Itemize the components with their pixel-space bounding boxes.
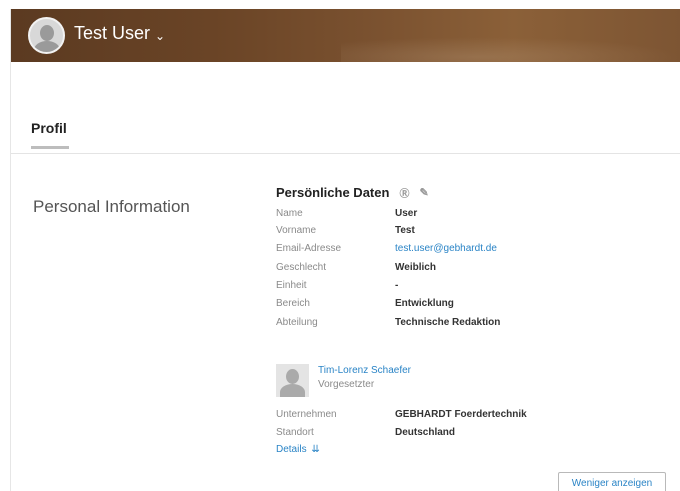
field-label: Vorname <box>276 225 317 236</box>
manager-name-link[interactable]: Tim-Lorenz Schaefer <box>318 365 411 376</box>
field-label: Email-Adresse <box>276 243 342 254</box>
field-row-geschlecht: Geschlecht Weiblich <box>276 262 656 276</box>
field-label: Abteilung <box>276 317 318 328</box>
personal-data-title: Persönliche Daten <box>276 185 390 200</box>
personal-data-header: Persönliche Daten Ⓡ ✎ <box>276 185 429 200</box>
details-link[interactable]: Details ⇊ <box>276 444 320 455</box>
manager-role: Vorgesetzter <box>318 379 375 390</box>
help-icon[interactable]: Ⓡ <box>399 185 409 200</box>
field-value: Test <box>395 225 415 236</box>
field-row-abteilung: Abteilung Technische Redaktion <box>276 317 656 331</box>
field-value: GEBHARDT Foerdertechnik <box>395 409 527 420</box>
field-label: Standort <box>276 427 314 438</box>
profile-content: Personal Information Persönliche Daten Ⓡ… <box>11 155 680 491</box>
field-row-unternehmen: Unternehmen GEBHARDT Foerdertechnik <box>276 409 656 423</box>
user-avatar[interactable] <box>28 17 65 54</box>
field-label: Bereich <box>276 298 310 309</box>
chevron-down-icon: ⌄ <box>155 28 166 43</box>
field-label: Name <box>276 208 303 219</box>
field-label: Geschlecht <box>276 262 327 273</box>
app-frame: Test User ⌄ Profil Personal Information … <box>10 9 680 491</box>
field-value: Deutschland <box>395 427 456 438</box>
field-row-email: Email-Adresse test.user@gebhardt.de <box>276 243 656 257</box>
field-row-einheit: Einheit - <box>276 280 656 294</box>
email-link[interactable]: test.user@gebhardt.de <box>395 243 497 254</box>
field-label: Unternehmen <box>276 409 337 420</box>
double-chevron-down-icon: ⇊ <box>311 444 320 455</box>
manager-avatar[interactable] <box>276 364 309 397</box>
field-row-vorname: Vorname Test <box>276 225 656 239</box>
field-row-name: Name User <box>276 208 656 222</box>
tab-bar: Profil <box>11 62 680 154</box>
field-value: Weiblich <box>395 262 436 273</box>
field-value: - <box>395 280 399 291</box>
pencil-icon[interactable]: ✎ <box>419 186 428 199</box>
field-label: Einheit <box>276 280 307 291</box>
field-value: Entwicklung <box>395 298 454 309</box>
user-menu[interactable]: Test User ⌄ <box>74 23 165 44</box>
user-name-label: Test User <box>74 23 151 43</box>
field-row-standort: Standort Deutschland <box>276 427 656 441</box>
tab-profil[interactable]: Profil <box>31 120 67 136</box>
section-title: Personal Information <box>33 197 190 216</box>
field-value: User <box>395 208 418 219</box>
details-label: Details <box>276 444 307 455</box>
field-row-bereich: Bereich Entwicklung <box>276 298 656 312</box>
header-banner: Test User ⌄ <box>11 9 680 62</box>
field-value: Technische Redaktion <box>395 317 501 328</box>
show-less-button[interactable]: Weniger anzeigen <box>558 472 666 491</box>
active-tab-indicator <box>31 146 69 149</box>
